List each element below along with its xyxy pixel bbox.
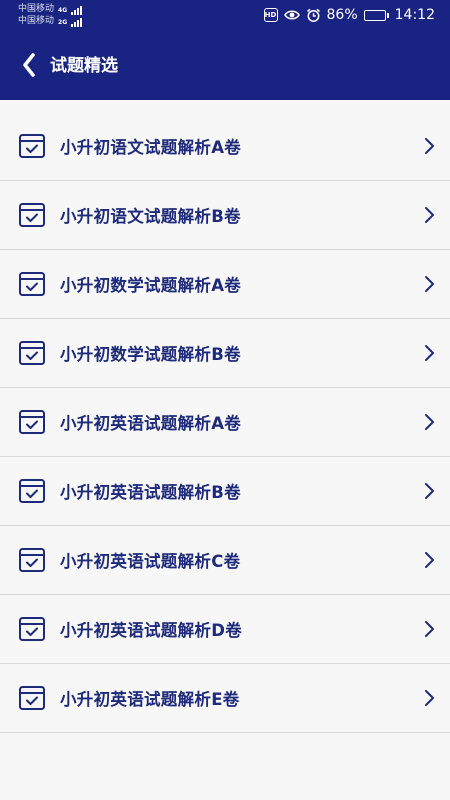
list-item[interactable]: 小升初语文试题解析B卷 bbox=[0, 181, 450, 250]
alarm-icon bbox=[306, 8, 320, 22]
list-item-label: 小升初数学试题解析A卷 bbox=[60, 276, 242, 295]
checked-document-icon bbox=[19, 410, 45, 434]
exam-list: 小升初语文试题解析A卷 小升初语文试题解析B卷 小升初数学试题解析A卷 小升初数… bbox=[0, 112, 450, 733]
list-item[interactable]: 小升初英语试题解析B卷 bbox=[0, 457, 450, 526]
list-item-label: 小升初语文试题解析A卷 bbox=[60, 138, 242, 157]
list-item[interactable]: 小升初英语试题解析A卷 bbox=[0, 388, 450, 457]
chevron-right-icon bbox=[425, 207, 434, 223]
status-indicators: HD 86% 14:12 bbox=[263, 7, 435, 23]
signal-1-icon bbox=[71, 5, 83, 15]
carrier-row-2: 中国移动 2G bbox=[18, 15, 83, 27]
checked-document-icon bbox=[19, 272, 45, 296]
list-item-label: 小升初英语试题解析E卷 bbox=[60, 690, 240, 709]
list-item-label: 小升初英语试题解析A卷 bbox=[60, 414, 242, 433]
chevron-right-icon bbox=[425, 276, 434, 292]
chevron-right-icon bbox=[425, 138, 434, 154]
app-header: 中国移动 4G 中国移动 2G HD 86% 14:12 试题精选 bbox=[0, 0, 450, 100]
hd-icon: HD bbox=[263, 8, 278, 22]
carrier-info: 中国移动 4G 中国移动 2G bbox=[18, 3, 83, 27]
battery-icon bbox=[363, 9, 389, 21]
checked-document-icon bbox=[19, 134, 45, 158]
page-title: 试题精选 bbox=[50, 56, 118, 76]
list-item[interactable]: 小升初英语试题解析D卷 bbox=[0, 595, 450, 664]
carrier-1-network: 4G bbox=[58, 7, 68, 14]
carrier-1-name: 中国移动 bbox=[18, 4, 55, 14]
list-item-label: 小升初数学试题解析B卷 bbox=[60, 345, 241, 364]
list-item[interactable]: 小升初英语试题解析C卷 bbox=[0, 526, 450, 595]
chevron-right-icon bbox=[425, 690, 434, 706]
list-item[interactable]: 小升初数学试题解析B卷 bbox=[0, 319, 450, 388]
list-item[interactable]: 小升初数学试题解析A卷 bbox=[0, 250, 450, 319]
list-item-label: 小升初英语试题解析C卷 bbox=[60, 552, 241, 571]
checked-document-icon bbox=[19, 341, 45, 365]
checked-document-icon bbox=[19, 548, 45, 572]
signal-2-icon bbox=[71, 17, 83, 27]
chevron-right-icon bbox=[425, 483, 434, 499]
list-item-label: 小升初语文试题解析B卷 bbox=[60, 207, 241, 226]
list-item-label: 小升初英语试题解析D卷 bbox=[60, 621, 242, 640]
list-item-label: 小升初英语试题解析B卷 bbox=[60, 483, 241, 502]
chevron-right-icon bbox=[425, 552, 434, 568]
battery-percent: 86% bbox=[326, 7, 358, 23]
status-bar: 中国移动 4G 中国移动 2G HD 86% 14:12 bbox=[0, 0, 450, 32]
checked-document-icon bbox=[19, 617, 45, 641]
checked-document-icon bbox=[19, 479, 45, 503]
list-item[interactable]: 小升初语文试题解析A卷 bbox=[0, 112, 450, 181]
checked-document-icon bbox=[19, 203, 45, 227]
carrier-2-network: 2G bbox=[58, 19, 68, 26]
chevron-left-icon bbox=[23, 53, 35, 77]
eye-icon bbox=[283, 10, 300, 20]
chevron-right-icon bbox=[425, 414, 434, 430]
status-time: 14:12 bbox=[394, 7, 435, 23]
chevron-right-icon bbox=[425, 621, 434, 637]
chevron-right-icon bbox=[425, 345, 434, 361]
back-button[interactable] bbox=[14, 50, 44, 80]
carrier-row-1: 中国移动 4G bbox=[18, 3, 83, 15]
list-item[interactable]: 小升初英语试题解析E卷 bbox=[0, 664, 450, 733]
carrier-2-name: 中国移动 bbox=[18, 16, 55, 26]
checked-document-icon bbox=[19, 686, 45, 710]
